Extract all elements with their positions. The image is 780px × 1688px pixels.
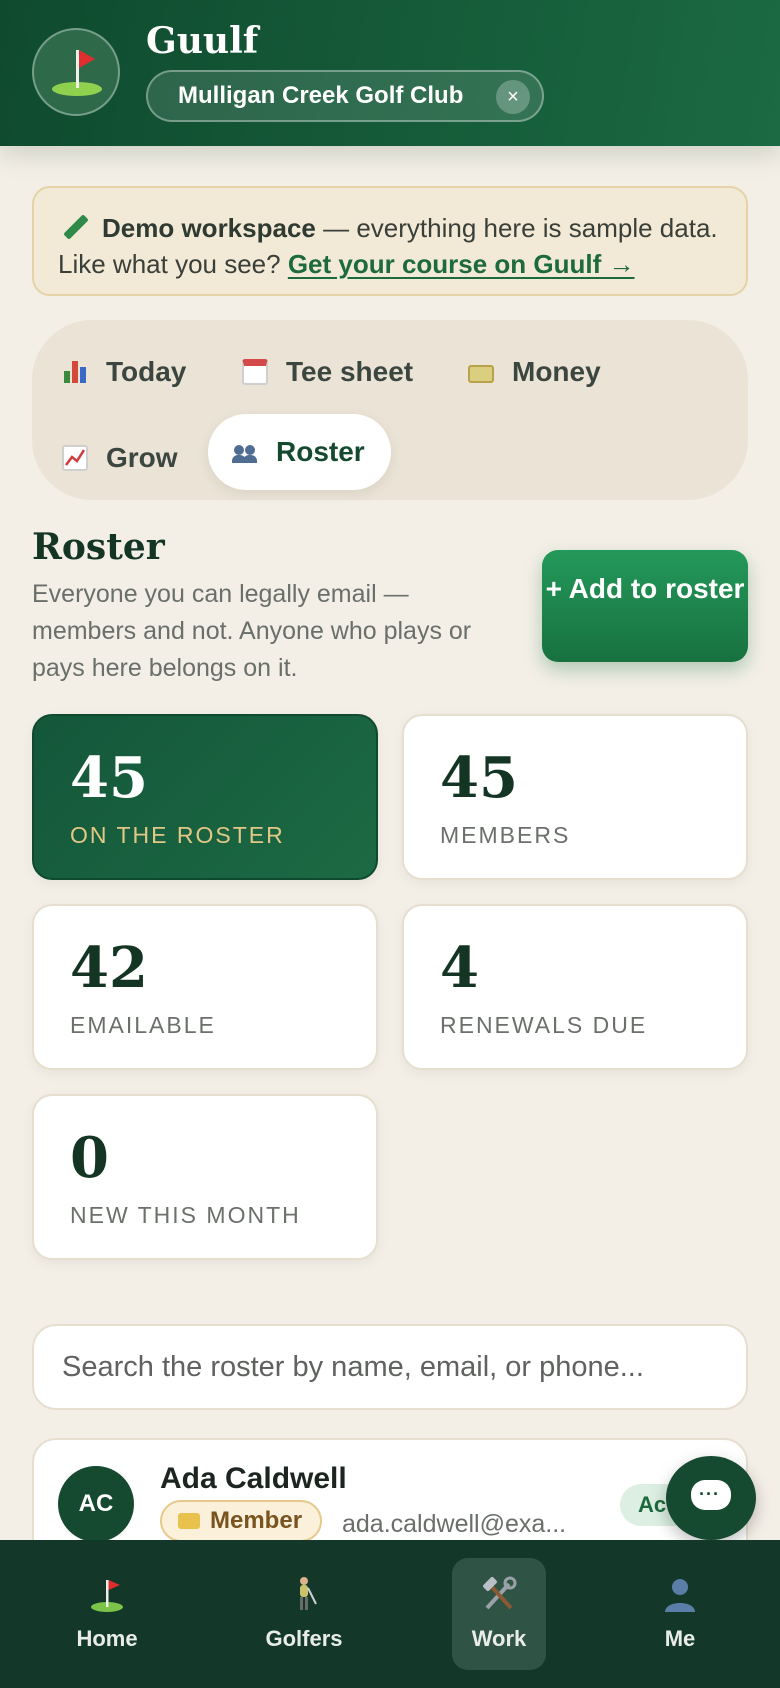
club-selector[interactable]: Mulligan Creek Golf Club × (146, 70, 544, 122)
money-icon (468, 365, 494, 383)
tab-grow[interactable]: Grow (62, 420, 178, 496)
tab-label: Today (106, 356, 187, 387)
get-your-course-link[interactable]: Get your course on Guulf → (288, 249, 635, 279)
stat-value: 42 (70, 935, 148, 1001)
nav-golfers[interactable]: Golfers (254, 1558, 354, 1670)
app-header: Guulf Mulligan Creek Golf Club × (0, 0, 780, 146)
brand-title: Guulf (146, 20, 259, 62)
nav-label: Work (471, 1626, 527, 1651)
stat-card-renewals-due[interactable]: 4 RENEWALS DUE (402, 904, 748, 1070)
avatar: AC (58, 1466, 134, 1542)
stat-value: 45 (440, 745, 518, 811)
member-badge: Member (160, 1500, 322, 1542)
stat-label: ON THE ROSTER (70, 822, 285, 848)
tab-today[interactable]: Today (62, 334, 186, 410)
golf-flag-icon[interactable] (32, 28, 120, 116)
stat-label: RENEWALS DUE (440, 1012, 648, 1038)
club-name: Mulligan Creek Golf Club (178, 82, 464, 109)
page-description: Everyone you can legally email — members… (32, 580, 472, 682)
stat-card-on-roster[interactable]: 45 ON THE ROSTER (32, 714, 378, 880)
golfer-icon (300, 1577, 317, 1610)
tab-money[interactable]: Money (468, 334, 601, 410)
stat-card-new-this-month[interactable]: 0 NEW THIS MONTH (32, 1094, 378, 1260)
stat-value: 0 (70, 1125, 109, 1191)
stat-label: EMAILABLE (70, 1012, 216, 1038)
trend-chart-icon (62, 445, 88, 471)
bar-chart-icon (62, 359, 88, 385)
member-email: ada.caldwell@exa... (342, 1510, 567, 1538)
stat-label: NEW THIS MONTH (70, 1202, 301, 1228)
nav-label: Me (664, 1626, 696, 1651)
stat-card-members[interactable]: 45 MEMBERS (402, 714, 748, 880)
demo-banner-bold: Demo workspace (102, 213, 316, 243)
bottom-nav: Home Golfers Work Me (0, 1540, 780, 1688)
calendar-icon (242, 359, 268, 385)
pencil-icon (63, 214, 89, 240)
nav-label: Golfers (265, 1626, 343, 1651)
chat-button[interactable]: ··· (666, 1456, 756, 1540)
member-name: Ada Caldwell (160, 1462, 347, 1495)
tools-icon (483, 1576, 517, 1610)
nav-home[interactable]: Home (57, 1558, 157, 1670)
stat-card-emailable[interactable]: 42 EMAILABLE (32, 904, 378, 1070)
tab-label: Tee sheet (286, 356, 414, 387)
add-to-roster-button[interactable]: + Add to roster (542, 550, 748, 662)
tab-tee-sheet[interactable]: Tee sheet (242, 334, 413, 410)
tab-label: Money (512, 356, 601, 387)
badge-label: Member (210, 1507, 303, 1534)
stat-label: MEMBERS (440, 822, 571, 848)
id-card-icon (178, 1513, 200, 1529)
nav-label: Home (76, 1626, 138, 1651)
nav-me[interactable]: Me (630, 1558, 730, 1670)
user-icon (665, 1579, 695, 1612)
search-input[interactable]: Search the roster by name, email, or pho… (32, 1324, 748, 1410)
section-tabs: Today Tee sheet Money Grow Roster (32, 320, 748, 500)
golf-flag-icon (91, 1580, 123, 1612)
page-title: Roster (32, 526, 165, 568)
demo-banner: Demo workspace — everything here is samp… (32, 186, 748, 296)
stat-value: 45 (70, 745, 148, 811)
stat-value: 4 (440, 935, 479, 1001)
tab-roster[interactable]: Roster (208, 414, 391, 490)
nav-work[interactable]: Work (452, 1558, 546, 1670)
tab-label: Roster (276, 436, 365, 467)
people-icon (232, 439, 258, 465)
tab-label: Grow (106, 442, 178, 473)
close-icon[interactable]: × (496, 80, 530, 114)
